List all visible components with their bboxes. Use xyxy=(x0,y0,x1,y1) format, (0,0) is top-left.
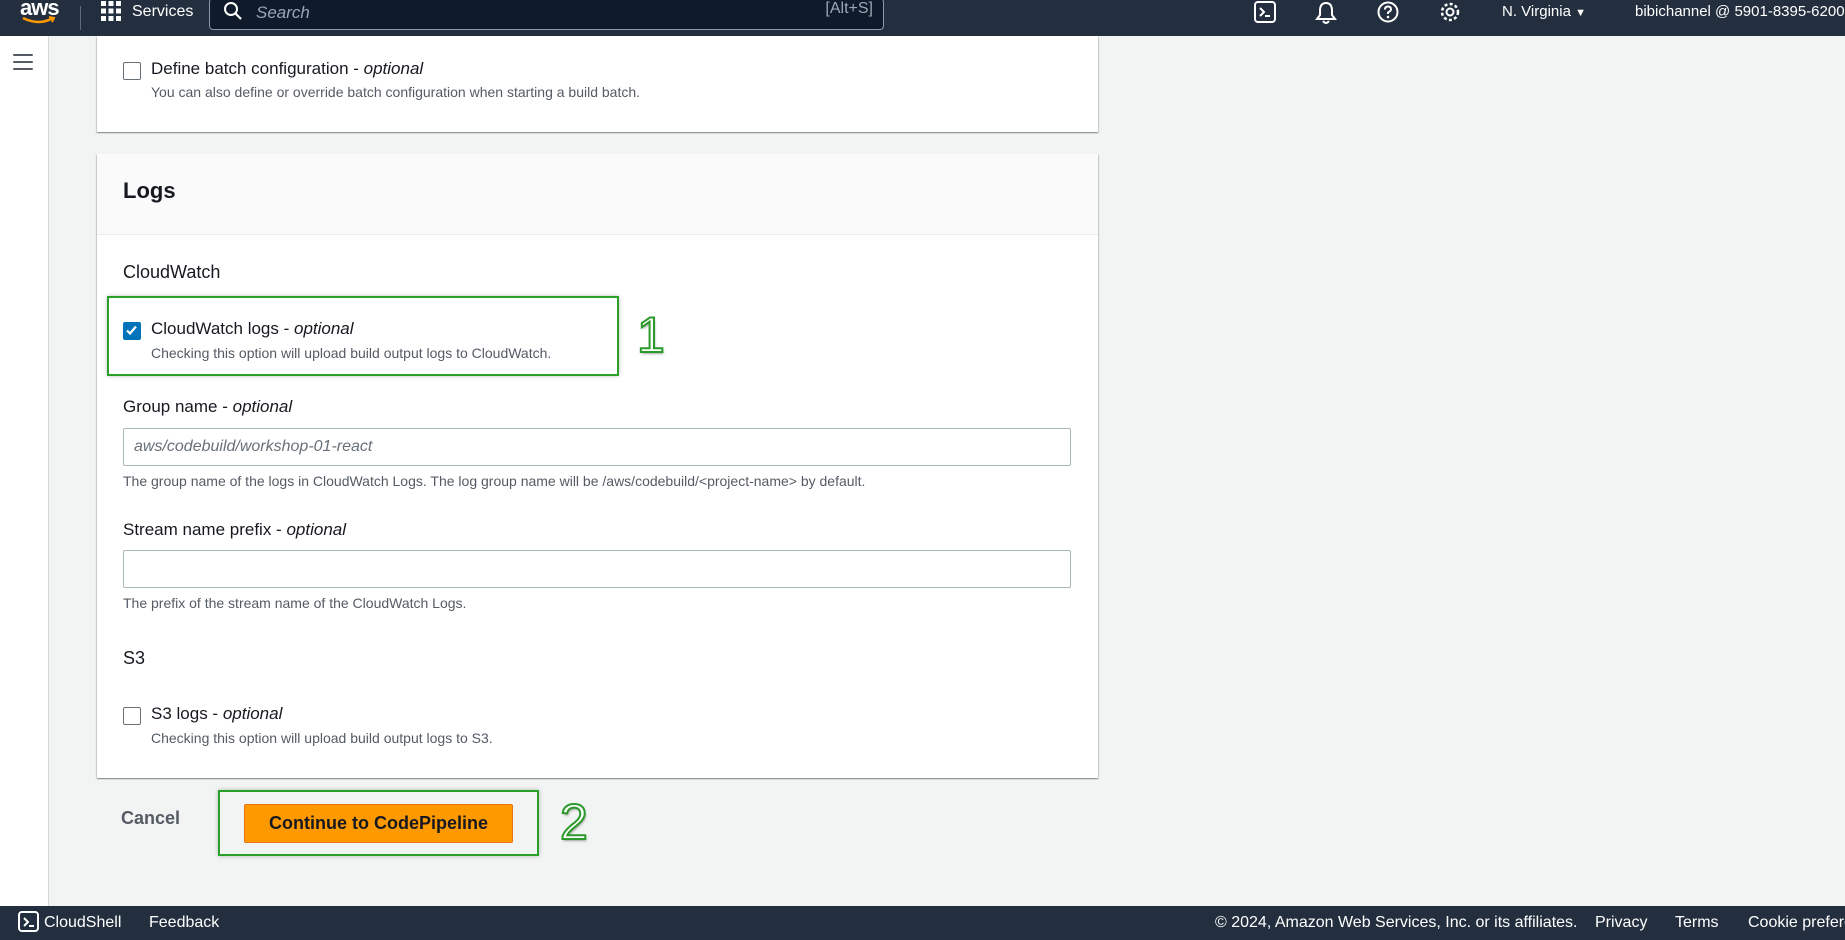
logs-panel-title: Logs xyxy=(123,178,176,203)
stream-name-prefix-hint: The prefix of the stream name of the Clo… xyxy=(123,595,467,611)
batch-configuration-description: You can also define or override batch co… xyxy=(151,84,641,100)
search-shortcut-hint: [Alt+S] xyxy=(825,0,873,17)
optional-tag: optional xyxy=(222,704,283,723)
stream-name-prefix-label: Stream name prefix - optional xyxy=(123,520,346,540)
group-name-hint: The group name of the logs in CloudWatch… xyxy=(123,473,866,489)
terms-link[interactable]: Terms xyxy=(1675,914,1719,932)
feedback-link[interactable]: Feedback xyxy=(149,914,219,932)
cloudwatch-section-label: CloudWatch xyxy=(123,262,221,282)
region-selector[interactable]: N. Virginia ▼ xyxy=(1502,3,1586,20)
logs-panel: Logs CloudWatch CloudWatch logs - option… xyxy=(97,154,1098,778)
batch-configuration-checkbox[interactable] xyxy=(123,62,141,80)
s3-section-label: S3 xyxy=(123,648,146,668)
menu-hamburger-icon[interactable] xyxy=(13,54,33,72)
batch-configuration-panel: Define batch configuration - optional Yo… xyxy=(97,36,1098,132)
nav-separator xyxy=(80,6,81,30)
s3-logs-label-text: S3 logs - xyxy=(151,704,223,723)
cookie-preferences-link[interactable]: Cookie preferences xyxy=(1748,914,1845,932)
s3-logs-label: S3 logs - optional xyxy=(151,704,282,724)
services-grid-icon[interactable] xyxy=(100,0,124,24)
search-input[interactable] xyxy=(254,0,778,27)
group-name-label-text: Group name - xyxy=(123,397,233,416)
services-menu[interactable]: Services xyxy=(132,3,193,21)
notifications-bell-icon[interactable] xyxy=(1313,0,1339,26)
annotation-highlight-box-1 xyxy=(107,296,619,376)
s3-logs-description: Checking this option will upload build o… xyxy=(151,730,493,746)
aws-logo[interactable]: aws xyxy=(20,0,62,36)
group-name-input[interactable] xyxy=(123,428,1071,466)
annotation-step-number-1: 1 xyxy=(636,306,666,364)
search-icon xyxy=(224,2,242,20)
settings-gear-icon[interactable] xyxy=(1437,0,1463,26)
annotation-step-number-2: 2 xyxy=(559,793,589,851)
caret-down-icon: ▼ xyxy=(1575,7,1586,19)
copyright-text: © 2024, Amazon Web Services, Inc. or its… xyxy=(1215,914,1578,931)
s3-logs-checkbox[interactable] xyxy=(123,707,141,725)
cancel-button[interactable]: Cancel xyxy=(121,808,180,829)
search-bar[interactable]: [Alt+S] xyxy=(209,0,884,30)
optional-tag: optional xyxy=(232,397,293,416)
stream-prefix-label-text: Stream name prefix - xyxy=(123,520,287,539)
console-footer: CloudShell Feedback © 2024, Amazon Web S… xyxy=(0,906,1845,940)
side-navigation-rail xyxy=(0,36,49,906)
logs-panel-header: Logs xyxy=(97,154,1098,235)
cloudshell-icon[interactable] xyxy=(18,911,40,933)
region-label: N. Virginia xyxy=(1502,3,1571,20)
cloudshell-link[interactable]: CloudShell xyxy=(44,914,121,932)
cloudshell-icon[interactable] xyxy=(1252,0,1278,26)
top-navigation: aws Services [Alt+S] N. Virginia ▼ bibic… xyxy=(0,0,1845,36)
optional-tag: optional xyxy=(363,59,424,78)
privacy-link[interactable]: Privacy xyxy=(1595,914,1647,932)
optional-tag: optional xyxy=(286,520,347,539)
group-name-label: Group name - optional xyxy=(123,397,292,417)
stream-name-prefix-input[interactable] xyxy=(123,550,1071,588)
annotation-highlight-box-2 xyxy=(218,790,539,856)
batch-label-text: Define batch configuration - xyxy=(151,59,364,78)
help-icon[interactable] xyxy=(1375,0,1401,26)
batch-configuration-label: Define batch configuration - optional xyxy=(151,59,423,79)
account-menu[interactable]: bibichannel @ 5901-8395-6200 xyxy=(1635,3,1845,20)
